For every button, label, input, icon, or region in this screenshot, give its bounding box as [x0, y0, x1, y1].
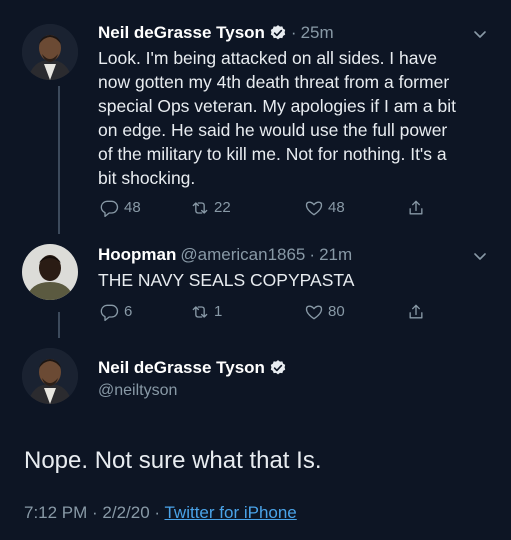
retweet-icon [192, 306, 208, 318]
retweet-button[interactable]: 22 [190, 198, 231, 218]
verified-badge-icon [269, 24, 287, 42]
tweet-text-line: of the military to kill me. Not for noth… [98, 144, 447, 164]
share-icon [409, 200, 423, 215]
tweet-text: THE NAVY SEALS COPYPASTA [98, 270, 355, 290]
tweet-actions: 48 22 48 [100, 198, 430, 218]
tweet-text-line: special Ops veteran. My apologies if I a… [98, 96, 456, 116]
thread-line [58, 312, 60, 338]
reply-button[interactable]: 6 [100, 302, 132, 322]
retweet-button[interactable]: 1 [190, 302, 222, 322]
source-link[interactable]: Twitter for iPhone [164, 503, 296, 522]
tweet-header: Hoopman @american1865 · 21m [98, 244, 352, 266]
retweet-count: 22 [214, 199, 231, 216]
verified-badge-icon [269, 359, 287, 377]
share-button[interactable] [406, 302, 430, 322]
tweet-time[interactable]: 25m [301, 22, 334, 44]
author-name[interactable]: Hoopman [98, 244, 176, 266]
reply-icon [100, 304, 119, 321]
author-handle[interactable]: @american1865 [180, 244, 305, 266]
main-tweet-text: Nope. Not sure what that Is. [24, 447, 322, 474]
like-button[interactable]: 80 [304, 302, 345, 322]
tweet-time[interactable]: 21m [319, 244, 352, 266]
tweet-text: Look. I'm being attacked on all sides. I… [98, 46, 456, 190]
tweet-header: Neil deGrasse Tyson · 25m [98, 22, 334, 44]
like-count: 80 [328, 303, 345, 320]
tweet-actions: 6 1 80 [100, 302, 430, 322]
separator-dot: · [290, 23, 297, 42]
heart-icon [305, 201, 323, 216]
reply-count: 48 [124, 199, 141, 216]
share-icon [409, 304, 423, 319]
avatar[interactable] [22, 244, 78, 300]
tweet-text-line: on edge. He said he would use the full p… [98, 120, 448, 140]
reply-button[interactable]: 48 [100, 198, 141, 218]
heart-icon [305, 305, 323, 320]
like-count: 48 [328, 199, 345, 216]
share-button[interactable] [406, 198, 430, 218]
thread-line [58, 86, 60, 234]
retweet-count: 1 [214, 303, 223, 320]
author-name-row: Neil deGrasse Tyson [98, 358, 287, 378]
author-name[interactable]: Neil deGrasse Tyson [98, 22, 265, 44]
author-name[interactable]: Neil deGrasse Tyson [98, 358, 265, 378]
like-button[interactable]: 48 [304, 198, 345, 218]
tweet-text-line: now gotten my 4th death threat from a fo… [98, 72, 450, 92]
tweet-timestamp[interactable]: 7:12 PM · 2/2/20 · [24, 503, 164, 522]
author-handle[interactable]: @neiltyson [98, 382, 177, 400]
chevron-down-icon[interactable] [472, 248, 488, 264]
separator-dot: · [309, 245, 316, 264]
tweet-meta: 7:12 PM · 2/2/20 · Twitter for iPhone [24, 502, 297, 524]
avatar[interactable] [22, 24, 78, 80]
retweet-icon [192, 202, 208, 214]
reply-count: 6 [124, 303, 133, 320]
avatar[interactable] [22, 348, 78, 404]
chevron-down-icon[interactable] [472, 26, 488, 42]
tweet-thread: Neil deGrasse Tyson · 25m Look. I'm bein… [0, 0, 511, 540]
reply-icon [100, 200, 119, 217]
tweet-text-line: bit shocking. [98, 168, 196, 188]
tweet-text-line: Look. I'm being attacked on all sides. I… [98, 48, 437, 68]
